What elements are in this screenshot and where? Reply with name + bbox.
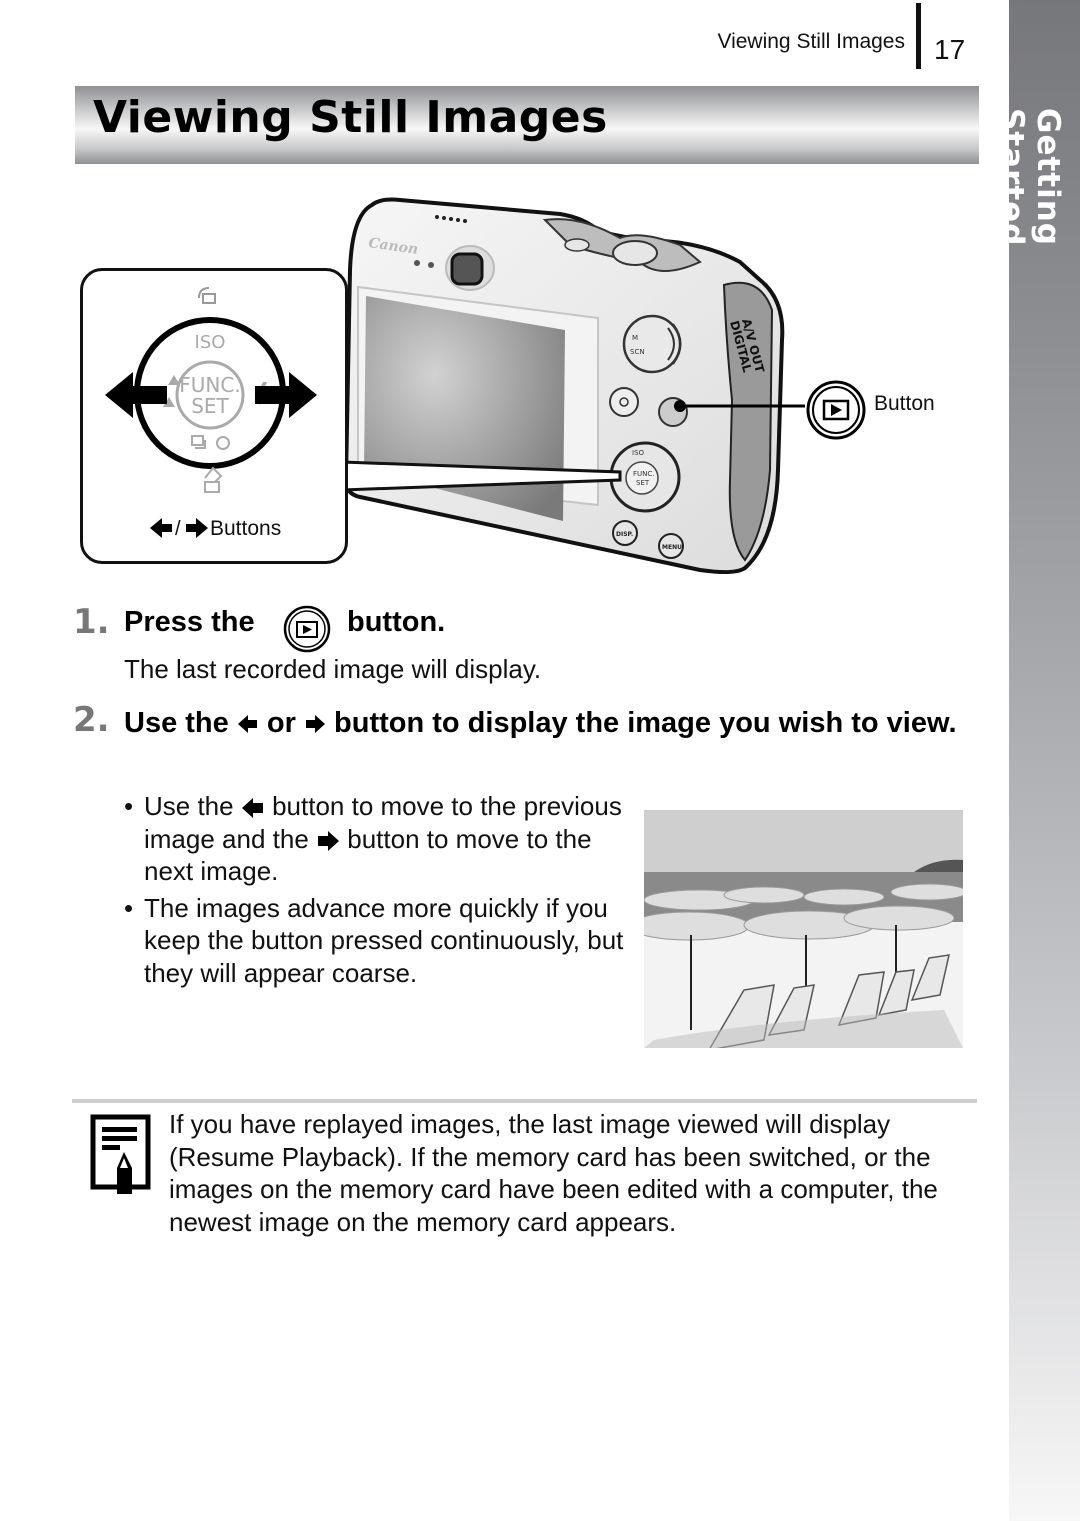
bullet-item: • Use the button to move to the previous… (124, 791, 622, 886)
bullet-dot: • (124, 791, 134, 821)
svg-text:MENU: MENU (662, 544, 682, 551)
review-icon (198, 287, 216, 304)
section-side-tab-label: Getting Started (994, 108, 1066, 247)
svg-text:SET: SET (636, 479, 650, 487)
svg-text:SET: SET (191, 394, 229, 418)
bullet-dot: • (124, 892, 134, 923)
svg-text:DISP.: DISP. (616, 531, 633, 538)
step-2-bullet-list: • Use the button to move to the previous… (124, 790, 624, 993)
svg-text:ISO: ISO (632, 449, 645, 457)
svg-text:/: / (175, 518, 181, 540)
svg-text:FUNC.: FUNC. (633, 470, 655, 478)
step-2-title-part3: button to display the image you wish to … (334, 707, 957, 739)
playback-icon (283, 605, 331, 653)
step-2-number: 2. (73, 700, 110, 740)
step-1-title-part2: button. (347, 606, 446, 638)
left-right-arrows-icon: / (150, 518, 208, 540)
note-text: If you have replayed images, the last im… (169, 1109, 938, 1237)
right-arrow-icon (318, 830, 340, 851)
svg-text:SCN: SCN (630, 348, 645, 356)
svg-text:ISO: ISO (195, 332, 226, 353)
right-arrow-icon (305, 715, 325, 734)
left-arrow-icon (237, 715, 257, 734)
playback-button-label: Button (874, 392, 935, 415)
drive-selftimer-icon (191, 435, 230, 450)
step-1-title-part1: Press the (124, 606, 255, 638)
controller-dial-enlarged: FUNC. SET ISO (105, 287, 317, 493)
note-pencil-icon (90, 1114, 151, 1194)
left-arrow-icon (241, 798, 263, 819)
playback-icon (806, 380, 866, 440)
step-2-title: Use the or button to display the image y… (124, 703, 984, 743)
bullet-item: • The images advance more quickly if you… (124, 892, 624, 988)
svg-text:M: M (632, 334, 638, 342)
sample-beach-photo (644, 810, 963, 1048)
step-2-title-part1: Use the (124, 707, 229, 739)
step-1-number: 1. (73, 602, 110, 642)
step-1-description: The last recorded image will display. (124, 654, 542, 684)
delete-icon (204, 466, 223, 493)
right-arrow-icon (255, 372, 317, 418)
step-2-title-part2: or (266, 707, 296, 739)
note-divider (72, 1099, 977, 1103)
callout-buttons-label: Buttons (210, 517, 282, 540)
